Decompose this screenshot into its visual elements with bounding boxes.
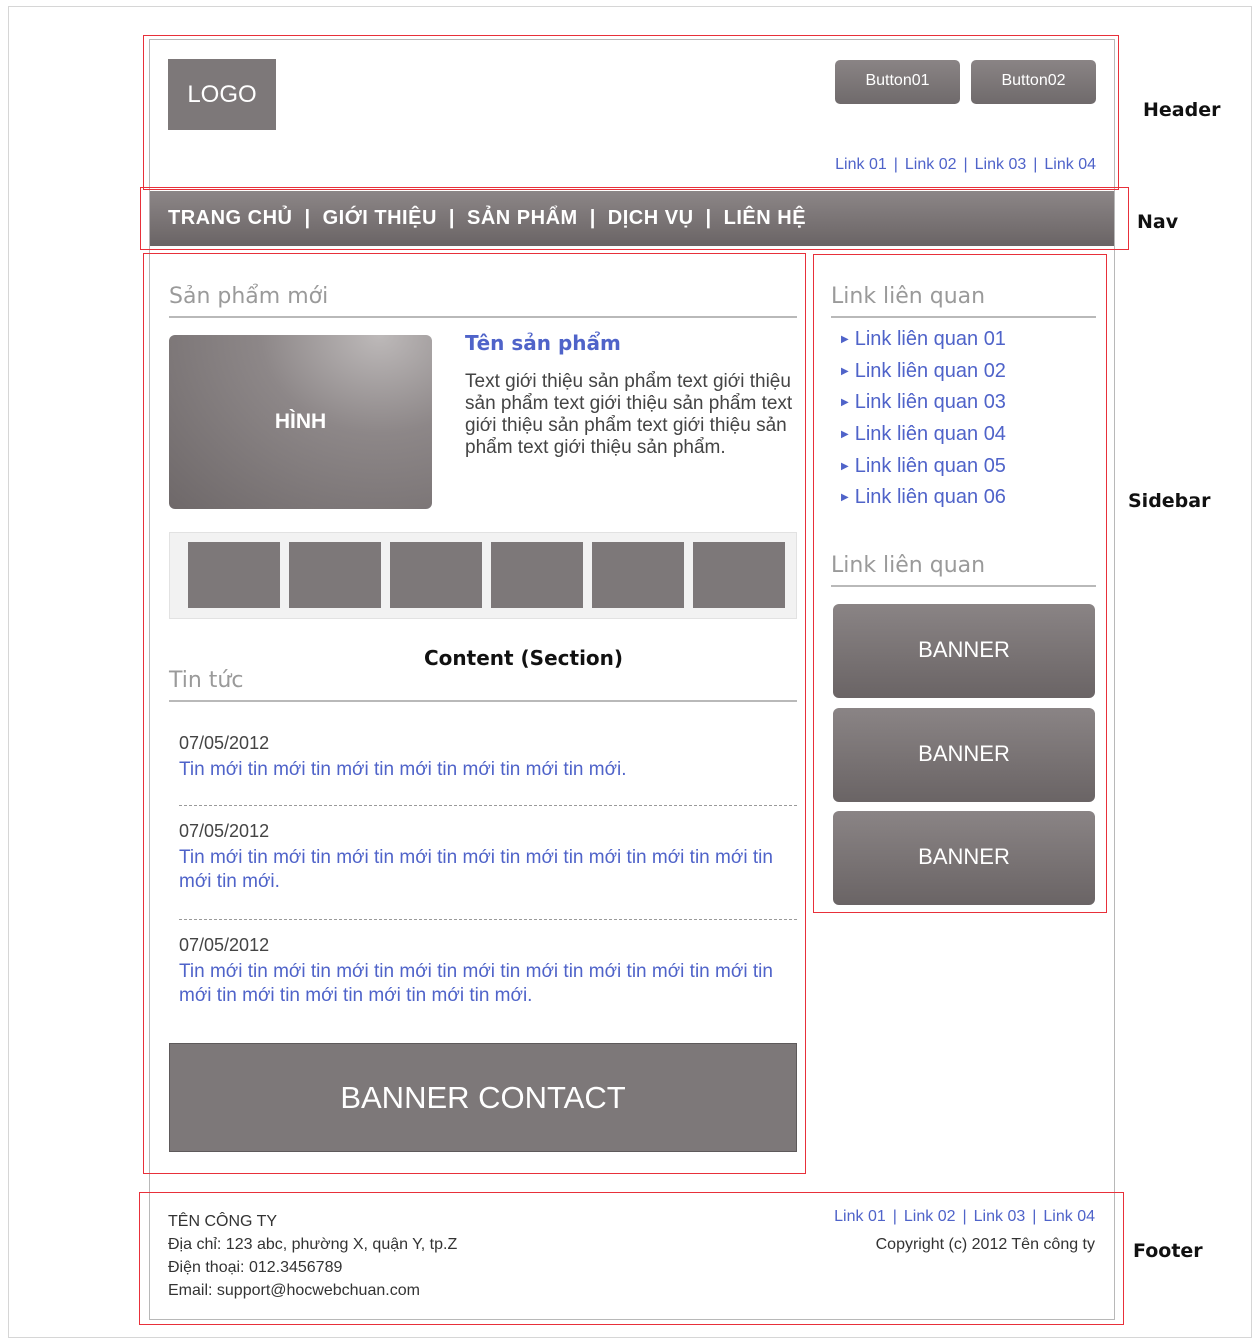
product-description: Text giới thiệu sản phẩm text giới thiệu…: [465, 371, 793, 458]
triangle-bullet-icon: ▶: [841, 429, 849, 441]
thumbnail[interactable]: [491, 542, 583, 608]
sidebar-banner[interactable]: BANNER: [833, 604, 1095, 698]
nav-separator: |: [705, 207, 712, 229]
news-item: 07/05/2012 Tin mới tin mới tin mới tin m…: [179, 935, 793, 1008]
nav-item-about[interactable]: GIỚI THIỆU: [323, 207, 437, 230]
thumbnail[interactable]: [390, 542, 482, 608]
content-section-caption: Content (Section): [424, 646, 624, 670]
new-products-title: Sản phẩm mới: [169, 284, 797, 318]
news-divider: [179, 805, 797, 806]
button01[interactable]: Button01: [835, 60, 960, 104]
button02[interactable]: Button02: [971, 60, 1096, 104]
nav-item-contact[interactable]: LIÊN HỆ: [724, 207, 806, 230]
nav-item-products[interactable]: SẢN PHẨM: [467, 207, 578, 230]
thumbnail[interactable]: [289, 542, 381, 608]
related-links-list: ▶ Link liên quan 01 ▶ Link liên quan 02 ▶ L…: [841, 324, 1006, 514]
related-link-item[interactable]: ▶ Link liên quan 03: [841, 387, 1006, 419]
company-name: TÊN CÔNG TY: [168, 1213, 278, 1230]
triangle-bullet-icon: ▶: [841, 492, 849, 504]
footer-links: Link 01 | Link 02 | Link 03 | Link 04: [834, 1208, 1095, 1226]
nav-zone-label: Nav: [1137, 211, 1179, 233]
footer-zone-label: Footer: [1133, 1240, 1203, 1262]
header-link-01[interactable]: Link 01: [835, 156, 887, 173]
triangle-bullet-icon: ▶: [841, 397, 849, 409]
footer-company-info: TÊN CÔNG TY Địa chỉ: 123 abc, phường X, …: [168, 1210, 457, 1302]
header-link-04[interactable]: Link 04: [1044, 156, 1096, 173]
related-link-item[interactable]: ▶ Link liên quan 02: [841, 356, 1006, 388]
triangle-bullet-icon: ▶: [841, 334, 849, 346]
separator: |: [962, 1208, 967, 1225]
related-link-label: Link liên quan 06: [854, 486, 1006, 509]
related-link-label: Link liên quan 03: [854, 391, 1006, 414]
thumbnail-strip: [169, 532, 797, 619]
header-link-03[interactable]: Link 03: [975, 156, 1027, 173]
related-link-item[interactable]: ▶ Link liên quan 06: [841, 482, 1006, 514]
product-image[interactable]: HÌNH: [169, 335, 432, 509]
header-zone-label: Header: [1143, 99, 1221, 121]
separator: |: [893, 156, 898, 173]
nav-item-services[interactable]: DỊCH VỤ: [608, 207, 694, 230]
related-link-label: Link liên quan 01: [854, 328, 1006, 351]
news-title: Tin tức: [169, 668, 797, 702]
news-date: 07/05/2012: [179, 821, 270, 841]
nav-separator: |: [304, 207, 311, 229]
news-date: 07/05/2012: [179, 935, 270, 955]
nav-item-home[interactable]: TRANG CHỦ: [168, 207, 293, 230]
logo[interactable]: LOGO: [168, 59, 276, 130]
product-name-link[interactable]: Tên sản phẩm: [465, 331, 621, 355]
news-item: 07/05/2012 Tin mới tin mới tin mới tin m…: [179, 821, 793, 894]
separator: |: [1032, 1208, 1037, 1225]
triangle-bullet-icon: ▶: [841, 460, 849, 472]
copyright-text: Copyright (c) 2012 Tên công ty: [875, 1236, 1095, 1253]
related-link-label: Link liên quan 04: [854, 423, 1006, 446]
separator: |: [892, 1208, 897, 1225]
header-link-02[interactable]: Link 02: [905, 156, 957, 173]
main-nav: TRANG CHỦ | GIỚI THIỆU | SẢN PHẨM | DỊCH VỤ | LI…: [150, 191, 1114, 246]
banner-contact[interactable]: BANNER CONTACT: [169, 1043, 797, 1152]
related-link-item[interactable]: ▶ Link liên quan 04: [841, 419, 1006, 451]
company-phone: Điện thoại: 012.3456789: [168, 1259, 343, 1276]
news-item: 07/05/2012 Tin mới tin mới tin mới tin m…: [179, 733, 793, 782]
related-link-item[interactable]: ▶ Link liên quan 05: [841, 450, 1006, 482]
thumbnail[interactable]: [188, 542, 280, 608]
company-email: Email: support@hocwebchuan.com: [168, 1282, 420, 1299]
separator: |: [1033, 156, 1038, 173]
nav-separator: |: [448, 207, 456, 229]
triangle-bullet-icon: ▶: [841, 365, 849, 377]
footer-link-03[interactable]: Link 03: [974, 1208, 1026, 1225]
news-link[interactable]: Tin mới tin mới tin mới tin mới tin mới …: [179, 758, 793, 782]
related-link-label: Link liên quan 05: [854, 454, 1006, 477]
news-divider: [179, 919, 797, 920]
news-link[interactable]: Tin mới tin mới tin mới tin mới tin mới …: [179, 846, 793, 894]
related-link-label: Link liên quan 02: [854, 359, 1006, 382]
nav-separator: |: [589, 207, 596, 229]
separator: |: [963, 156, 968, 173]
footer-link-02[interactable]: Link 02: [904, 1208, 956, 1225]
news-date: 07/05/2012: [179, 733, 270, 753]
company-address: Địa chỉ: 123 abc, phường X, quận Y, tp.Z: [168, 1236, 458, 1253]
sidebar-zone-label: Sidebar: [1128, 490, 1211, 512]
related-link-item[interactable]: ▶ Link liên quan 01: [841, 324, 1006, 356]
sidebar-banner[interactable]: BANNER: [833, 708, 1095, 802]
footer-link-04[interactable]: Link 04: [1043, 1208, 1095, 1225]
thumbnail[interactable]: [592, 542, 684, 608]
banner-links-title: Link liên quan: [831, 553, 1096, 587]
news-link[interactable]: Tin mới tin mới tin mới tin mới tin mới …: [179, 960, 793, 1008]
related-links-title: Link liên quan: [831, 284, 1096, 318]
header-links: Link 01 | Link 02 | Link 03 | Link 04: [835, 156, 1096, 174]
footer-link-01[interactable]: Link 01: [834, 1208, 886, 1225]
thumbnail[interactable]: [693, 542, 785, 608]
sidebar-banner[interactable]: BANNER: [833, 811, 1095, 905]
